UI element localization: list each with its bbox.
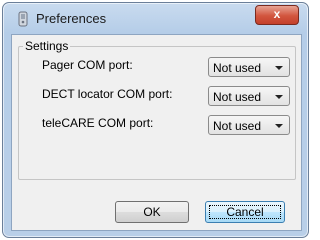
close-icon: x: [273, 7, 281, 21]
cancel-button[interactable]: Cancel: [205, 201, 285, 223]
focus-ring: [209, 205, 281, 219]
telecare-com-port-select[interactable]: Not used: [208, 115, 290, 135]
dect-locator-com-port-label: DECT locator COM port:: [42, 87, 173, 101]
telecare-com-port-label: teleCARE COM port:: [42, 116, 154, 130]
ok-button[interactable]: OK: [115, 201, 189, 223]
close-button[interactable]: x: [255, 5, 299, 25]
dialog-body: Settings Pager COM port: Not used DECT l…: [11, 34, 302, 231]
pager-com-port-select[interactable]: Not used: [208, 57, 290, 77]
settings-group-label: Settings: [23, 39, 71, 53]
window-title: Preferences: [36, 11, 107, 26]
app-icon: [18, 11, 28, 27]
preferences-window: Preferences x Settings Pager COM port: N…: [2, 2, 309, 238]
ok-button-label: OK: [143, 205, 161, 219]
pager-com-port-value: Not used: [213, 61, 262, 75]
pager-com-port-label: Pager COM port:: [42, 58, 133, 72]
settings-group: Settings Pager COM port: Not used DECT l…: [18, 39, 296, 180]
chevron-down-icon: [275, 66, 283, 70]
dect-locator-com-port-value: Not used: [213, 90, 262, 104]
telecare-com-port-value: Not used: [213, 119, 262, 133]
title-bar[interactable]: Preferences x: [3, 3, 308, 33]
chevron-down-icon: [275, 95, 283, 99]
dect-locator-com-port-select[interactable]: Not used: [208, 86, 290, 106]
chevron-down-icon: [275, 124, 283, 128]
